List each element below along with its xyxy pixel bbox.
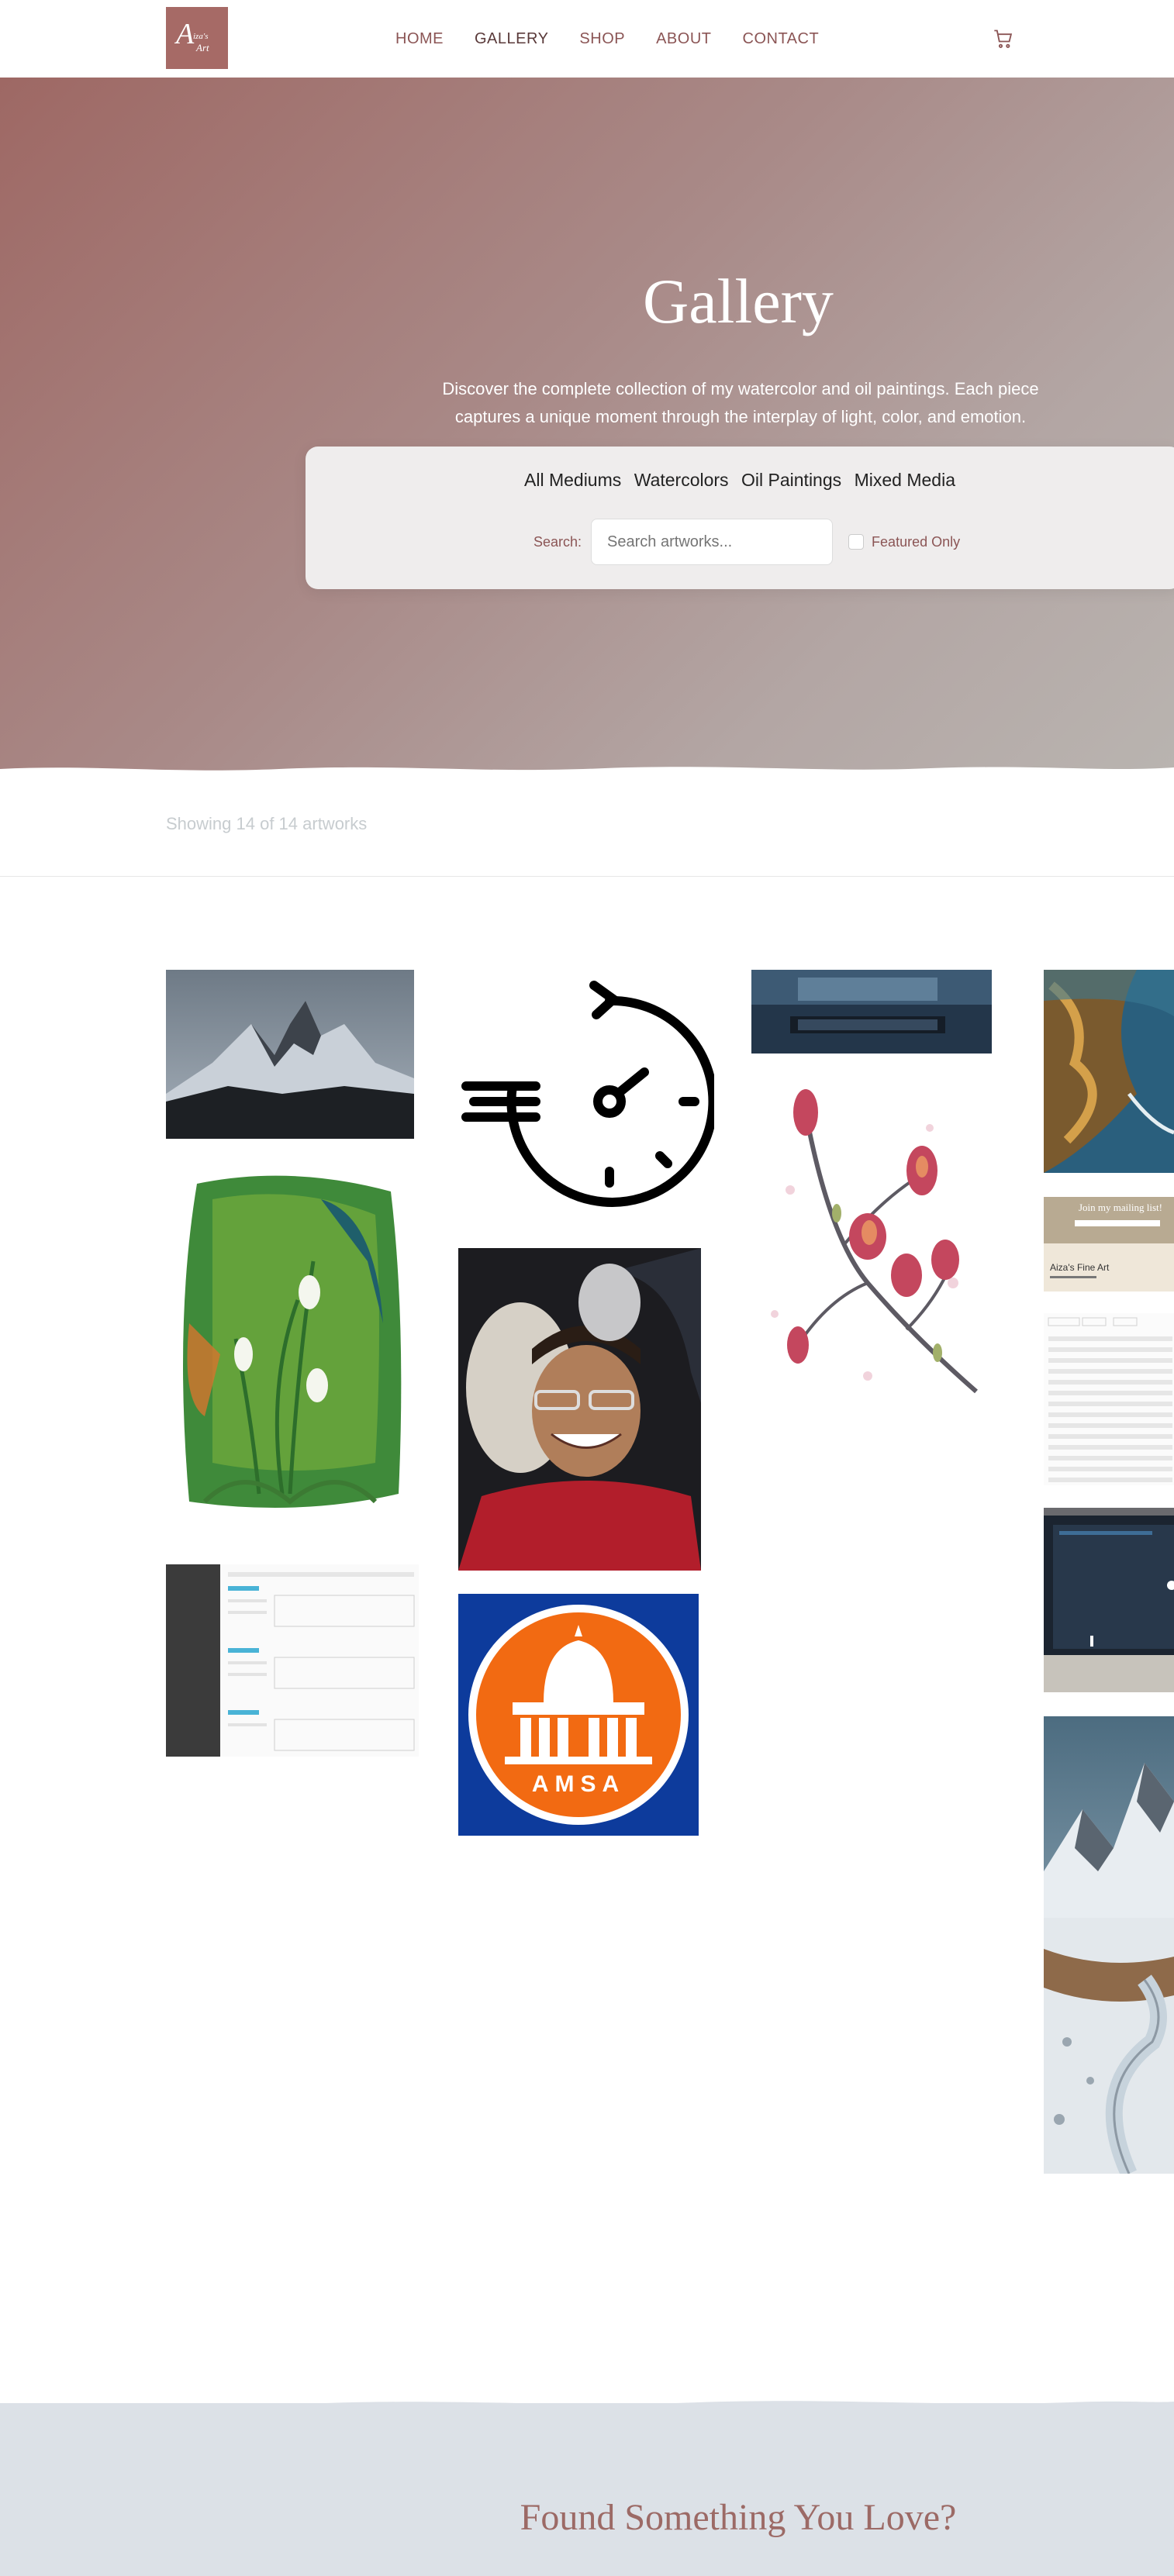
featured-label: Featured Only	[872, 533, 961, 550]
hero-wave-divider	[0, 767, 1174, 778]
page-title: Gallery	[643, 266, 834, 336]
tab-watercolors[interactable]: Watercolors	[634, 470, 729, 491]
filter-panel: All Mediums Watercolors Oil Paintings Mi…	[306, 447, 1174, 589]
artwork-snowy-valley-road[interactable]	[1044, 1716, 1174, 2174]
cart-icon[interactable]	[993, 28, 1014, 50]
nav-home[interactable]: HOME	[395, 30, 444, 48]
search-input[interactable]	[591, 519, 834, 565]
artwork-portrait-man[interactable]	[458, 1248, 701, 1571]
artwork-amsa-logo[interactable]: AMSA	[458, 1594, 699, 1836]
artwork-snowdrops-watercolor[interactable]	[166, 1168, 414, 1533]
tab-all-mediums[interactable]: All Mediums	[524, 470, 621, 491]
featured-only-toggle[interactable]: Featured Only	[848, 534, 960, 550]
artwork-speed-timer-icon[interactable]	[458, 970, 714, 1210]
nav-gallery[interactable]: GALLERY	[475, 30, 548, 48]
nav-about[interactable]: ABOUT	[656, 30, 711, 48]
artwork-magnolia-branch[interactable]	[751, 1081, 989, 1432]
amsa-text: AMSA	[532, 1771, 625, 1797]
artwork-laptop-game[interactable]	[1044, 1508, 1174, 1692]
tab-oil-paintings[interactable]: Oil Paintings	[741, 470, 841, 491]
artwork-mountain-peaks[interactable]	[166, 970, 414, 1139]
artwork-dashboard-screenshot[interactable]	[166, 1564, 419, 1757]
tab-mixed-media[interactable]: Mixed Media	[855, 470, 955, 491]
artwork-mailing-list-screenshot[interactable]: Join my mailing list! Aiza's Fine Art	[1044, 1197, 1174, 1291]
results-count: Showing 14 of 14 artworks	[166, 814, 368, 833]
cta-title: Found Something You Love?	[520, 2497, 957, 2538]
cta-section	[0, 2403, 1174, 2576]
hero-section: Gallery Discover the complete collection…	[0, 78, 1174, 778]
mailing-list-brand: Aiza's Fine Art	[1050, 1262, 1110, 1273]
svg-text:A: A	[174, 18, 195, 50]
logo-icon: A iza's Art	[174, 18, 209, 53]
nav-contact[interactable]: CONTACT	[743, 30, 820, 48]
artwork-table-screenshot[interactable]	[1044, 1313, 1174, 1485]
medium-tabs: All Mediums Watercolors Oil Paintings Mi…	[306, 470, 1174, 491]
top-nav: A iza's Art HOME GALLERY SHOP ABOUT CONT…	[0, 0, 1174, 78]
main-nav: HOME GALLERY SHOP ABOUT CONTACT	[395, 0, 850, 78]
svg-text:Art: Art	[195, 42, 209, 53]
mailing-list-heading: Join my mailing list!	[1079, 1202, 1162, 1213]
section-divider	[0, 876, 1174, 877]
hero-description: Discover the complete collection of my w…	[442, 379, 1039, 426]
featured-checkbox[interactable]	[848, 534, 865, 550]
svg-text:iza's: iza's	[193, 32, 208, 41]
artwork-desk-keyboard[interactable]	[751, 970, 992, 1054]
artwork-coastal-cliffs[interactable]	[1044, 970, 1174, 1173]
search-label: Search:	[533, 533, 582, 550]
nav-shop[interactable]: SHOP	[579, 30, 625, 48]
search-row: Search: Featured Only	[533, 518, 960, 566]
site-logo[interactable]: A iza's Art	[166, 7, 228, 69]
